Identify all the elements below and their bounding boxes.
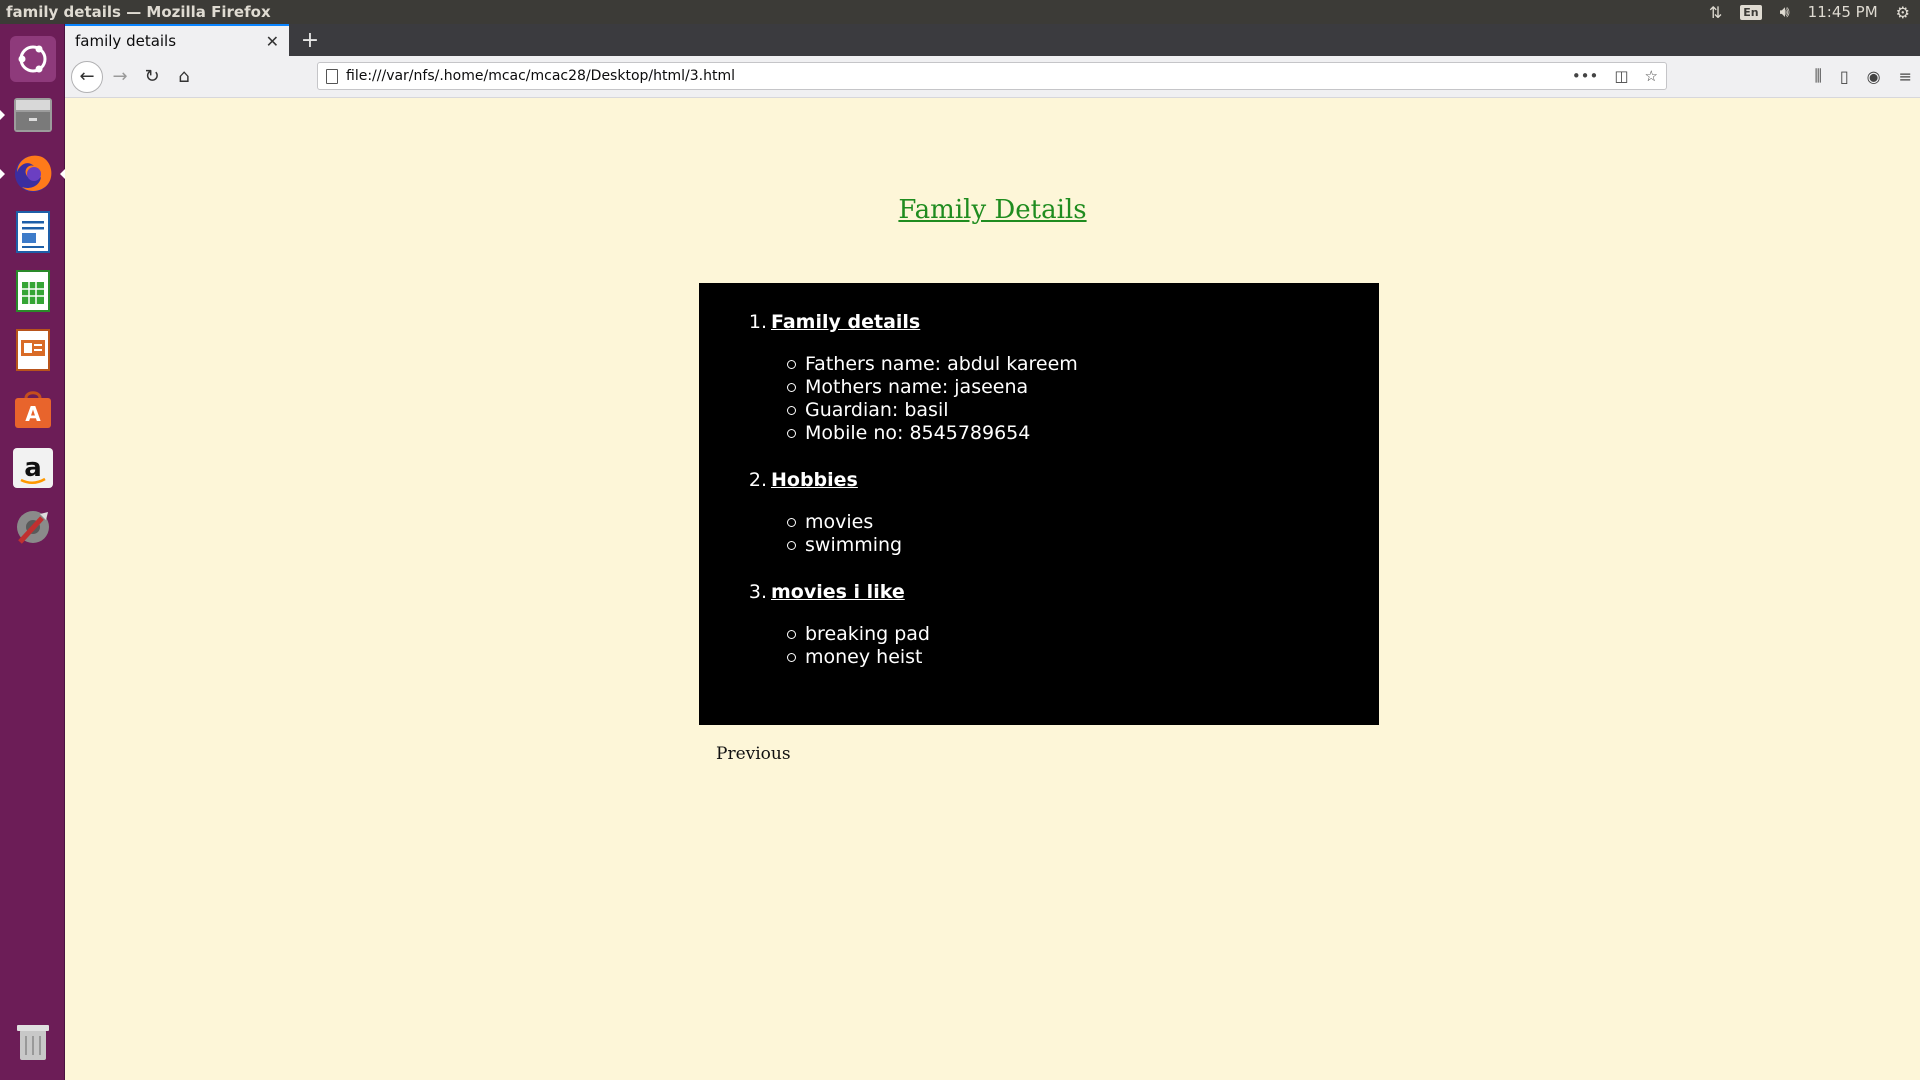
tab-title: family details [75,32,177,50]
list-item: breaking pad [787,623,1379,646]
sub-list: Fathers name: abdul kareem Mothers name:… [745,353,1379,445]
sub-list: breaking pad money heist [745,623,1379,669]
list-item: Mobile no: 8545789654 [787,422,1379,445]
browser-chrome: family details ✕ + ← → ↻ ⌂ file:///var/n… [65,24,1920,98]
previous-link[interactable]: Previous [716,744,791,764]
web-page: Family Details 1. Family details Fathers… [65,98,1920,1080]
tab-strip: family details ✕ + [65,24,1920,56]
section-heading: Hobbies [771,469,858,491]
svg-text:A: A [25,402,41,426]
system-settings-icon[interactable] [6,500,59,553]
url-text[interactable]: file:///var/nfs/.home/mcac/mcac28/Deskto… [346,68,1572,84]
home-button[interactable]: ⌂ [169,62,199,92]
tab-active[interactable]: family details ✕ [65,24,289,56]
calc-icon[interactable] [6,264,59,317]
toolbar-right: ⫼ ▯ ◉ ≡ [1814,62,1912,90]
url-bar[interactable]: file:///var/nfs/.home/mcac/mcac28/Deskto… [317,62,1667,90]
files-icon[interactable] [6,88,59,141]
section-family-details: 1. Family details Fathers name: abdul ka… [745,311,1379,445]
section-heading: Family details [771,311,921,333]
account-icon[interactable]: ◉ [1867,67,1881,86]
reload-button[interactable]: ↻ [137,62,167,92]
system-top-bar: family details — Mozilla Firefox ⇅ En 🔊︎… [0,0,1920,24]
ubuntu-dash-icon[interactable] [6,32,59,85]
list-item: swimming [787,534,1379,557]
page-icon [326,68,338,84]
close-tab-icon[interactable]: ✕ [266,32,279,51]
sidebar-icon[interactable]: ▯ [1840,67,1849,86]
page-actions-menu-icon[interactable]: ••• [1572,67,1599,85]
list-item: movies [787,511,1379,534]
pocket-icon[interactable]: ◫ [1614,67,1628,85]
list-item: Mothers name: jaseena [787,376,1379,399]
section-list: 1. Family details Fathers name: abdul ka… [745,311,1379,669]
section-number: 2. [748,469,767,491]
menu-icon[interactable]: ≡ [1899,67,1912,86]
trash-icon[interactable] [6,1014,59,1067]
system-tray: ⇅ En 🔊︎ 11:45 PM ⚙ [1709,2,1914,22]
new-tab-button[interactable]: + [297,27,323,53]
section-hobbies: 2. Hobbies movies swimming [745,469,1379,557]
section-movies: 3. movies i like breaking pad money heis… [745,581,1379,669]
firefox-icon[interactable] [6,146,59,199]
library-icon[interactable]: ⫼ [1814,66,1821,86]
clock[interactable]: 11:45 PM [1808,3,1878,21]
section-heading: movies i like [771,581,905,603]
amazon-icon[interactable]: a [6,441,59,494]
impress-icon[interactable] [6,323,59,376]
details-panel: 1. Family details Fathers name: abdul ka… [699,283,1379,725]
settings-gear-icon[interactable]: ⚙ [1896,3,1910,22]
network-icon[interactable]: ⇅ [1709,3,1722,22]
volume-icon[interactable]: 🔊︎ [1780,2,1790,22]
keyboard-layout-indicator[interactable]: En [1740,4,1762,20]
back-button[interactable]: ← [71,60,103,93]
list-item: Fathers name: abdul kareem [787,353,1379,376]
sub-list: movies swimming [745,511,1379,557]
launcher: A a [0,24,65,1080]
software-center-icon[interactable]: A [6,382,59,435]
list-item: money heist [787,646,1379,669]
page-title: Family Details [898,195,1087,225]
svg-text:a: a [24,453,42,483]
section-number: 1. [748,311,767,333]
window-title: family details — Mozilla Firefox [6,3,271,21]
section-number: 3. [748,581,767,603]
forward-button[interactable]: → [105,62,135,92]
running-indicator [0,110,5,120]
list-item: Guardian: basil [787,399,1379,422]
running-indicator [0,169,5,179]
writer-icon[interactable] [6,205,59,258]
bookmark-star-icon[interactable]: ☆ [1645,67,1658,85]
